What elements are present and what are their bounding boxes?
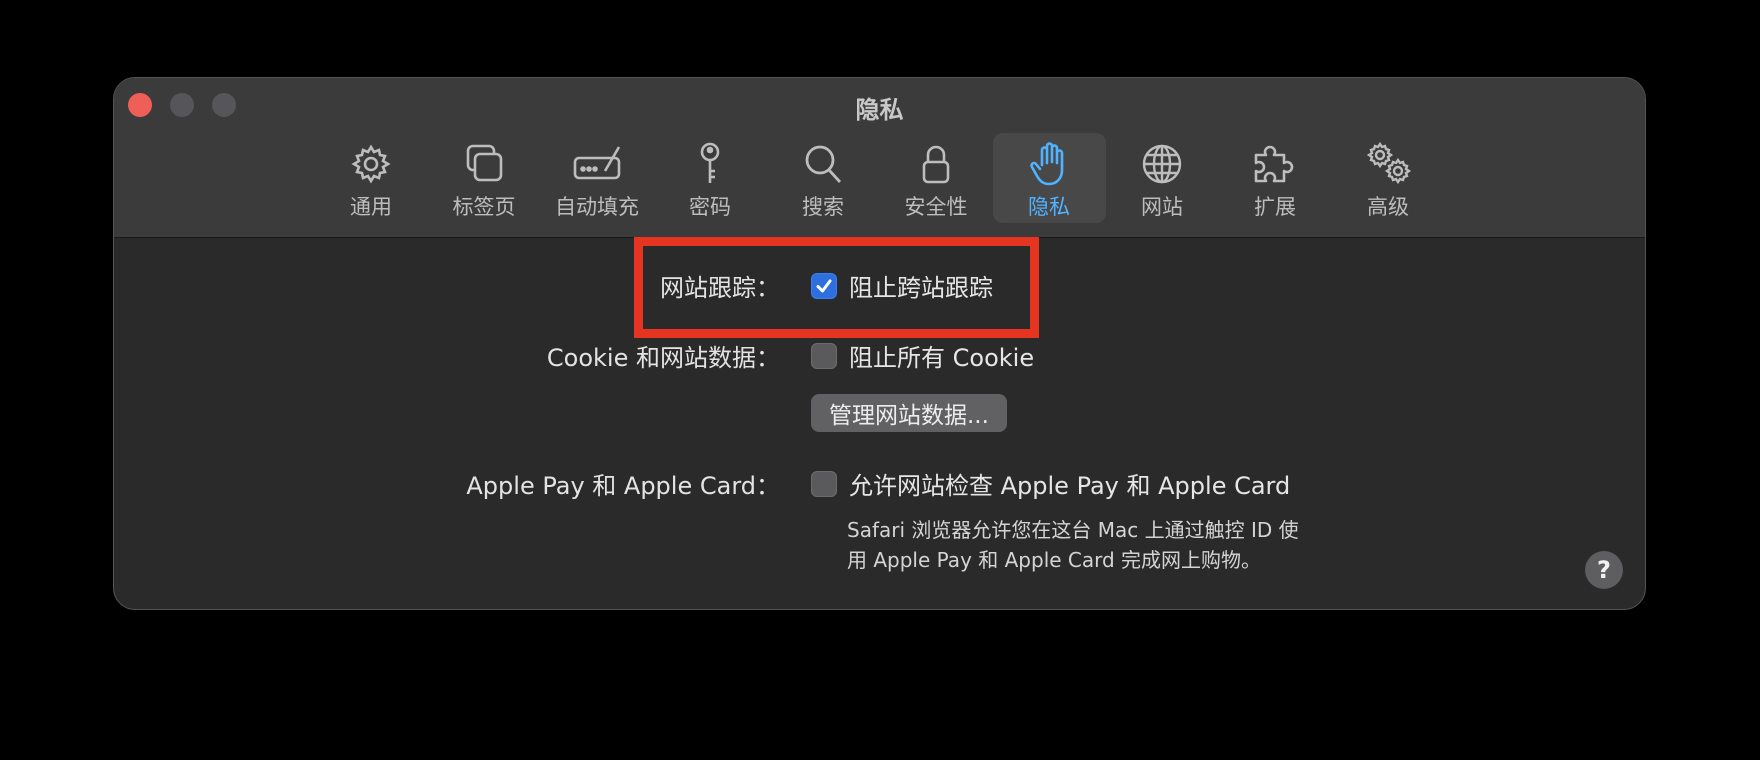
tab-extensions[interactable]: 扩展 [1219, 133, 1332, 223]
autofill-icon [573, 146, 621, 180]
titlebar: 隐私 通用 标签页 自动填充 密码 搜索 安全性 隐私 网站 扩展 高级 [114, 78, 1645, 238]
tab-passwords[interactable]: 密码 [654, 133, 767, 223]
tab-advanced[interactable]: 高级 [1332, 133, 1445, 223]
manage-website-data-button[interactable]: 管理网站数据... [811, 394, 1007, 432]
description-line: Safari 浏览器允许您在这台 Mac 上通过触控 ID 使 [847, 518, 1299, 542]
gear-icon [351, 144, 391, 184]
tab-search[interactable]: 搜索 [767, 133, 880, 223]
preferences-toolbar: 通用 标签页 自动填充 密码 搜索 安全性 隐私 网站 扩展 高级 [114, 133, 1645, 223]
tab-websites[interactable]: 网站 [1106, 133, 1219, 223]
applepay-label: Apple Pay 和 Apple Card： [466, 472, 780, 500]
block-cookies-label[interactable]: 阻止所有 Cookie [849, 338, 1034, 373]
tab-label: 自动填充 [555, 195, 639, 219]
tab-autofill[interactable]: 自动填充 [541, 133, 654, 223]
preferences-window: 隐私 通用 标签页 自动填充 密码 搜索 安全性 隐私 网站 扩展 高级 网站跟… [113, 77, 1646, 610]
description-line: 用 Apple Pay 和 Apple Card 完成网上购物。 [847, 548, 1262, 572]
tab-label: 隐私 [1028, 195, 1070, 219]
help-button[interactable]: ? [1585, 551, 1623, 589]
tab-privacy[interactable]: 隐私 [992, 133, 1106, 223]
hand-icon [1030, 142, 1064, 186]
block-cookies-checkbox[interactable] [811, 342, 837, 369]
tab-label: 扩展 [1254, 195, 1296, 219]
tab-label: 网站 [1141, 195, 1183, 219]
tab-label: 搜索 [802, 195, 844, 219]
tab-label: 通用 [350, 195, 392, 219]
window-title: 隐私 [855, 96, 904, 124]
highlight-box [634, 237, 1039, 338]
tab-label: 高级 [1367, 195, 1409, 219]
tab-tabs[interactable]: 标签页 [428, 133, 541, 223]
applepay-setting: 允许网站检查 Apple Pay 和 Apple Card [811, 466, 1290, 501]
cookies-label: Cookie 和网站数据： [546, 344, 780, 372]
globe-icon [1142, 144, 1182, 184]
magnifier-icon [805, 145, 842, 183]
tab-label: 标签页 [452, 195, 516, 219]
puzzle-icon [1254, 145, 1294, 183]
tab-label: 安全性 [904, 195, 968, 219]
key-icon [700, 142, 720, 183]
tab-security[interactable]: 安全性 [880, 133, 993, 223]
lock-icon [922, 145, 950, 184]
gears-icon [1366, 141, 1412, 185]
tab-label: 密码 [689, 195, 731, 219]
tabs-icon [466, 144, 503, 182]
applepay-checkbox[interactable] [811, 470, 837, 497]
applepay-checkbox-label[interactable]: 允许网站检查 Apple Pay 和 Apple Card [849, 466, 1290, 501]
tab-general[interactable]: 通用 [315, 133, 428, 223]
cookies-setting: 阻止所有 Cookie [811, 338, 1034, 373]
applepay-description: Safari 浏览器允许您在这台 Mac 上通过触控 ID 使 用 Apple … [847, 515, 1299, 575]
